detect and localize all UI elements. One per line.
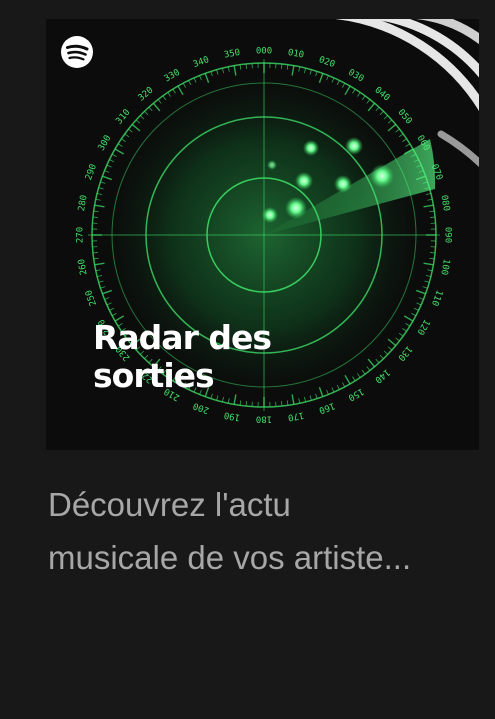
radar-tick <box>92 216 98 218</box>
radar-degree-label: 250 <box>84 288 99 307</box>
radar-degree-label: 300 <box>97 134 114 153</box>
radar-degree-label: 100 <box>438 258 451 276</box>
radar-degree-label: 030 <box>346 68 365 85</box>
radar-degree-label: 280 <box>77 194 90 212</box>
playlist-description[interactable]: Découvrez l'actu musicale de vos artiste… <box>48 478 488 584</box>
radar-tick <box>281 401 283 407</box>
radar-degree-label: 090 <box>443 227 453 243</box>
radar-degree-label: 110 <box>429 288 444 307</box>
radar-tick <box>92 252 98 254</box>
description-line: Découvrez l'actu <box>48 486 291 523</box>
radar-degree-label: 040 <box>373 85 392 103</box>
playlist-card[interactable]: 0000100200300400500600700800901001101201… <box>0 0 495 719</box>
radar-tick <box>245 63 247 69</box>
radar-degree-label: 330 <box>163 68 182 85</box>
radar-tick <box>430 252 436 254</box>
radar-tick <box>430 216 436 218</box>
radar-degree-label: 270 <box>76 227 86 243</box>
cover-title-line: sorties <box>93 356 215 395</box>
radar-degree-label: 200 <box>192 400 211 415</box>
radar-degree-label: 130 <box>396 344 414 363</box>
description-line: musicale de vos artiste... <box>48 539 412 576</box>
radar-degree-label: 150 <box>346 386 365 403</box>
radar-degree-label: 320 <box>137 85 156 103</box>
radar-degree-label: 050 <box>396 108 414 127</box>
radar-degree-label: 120 <box>415 317 432 336</box>
playlist-cover[interactable]: 0000100200300400500600700800901001101201… <box>46 19 479 450</box>
radar-degree-label: 310 <box>114 108 132 127</box>
radar-degree-label: 140 <box>373 367 392 385</box>
radar-degree-label: 000 <box>256 47 272 57</box>
radar-degree-label: 190 <box>223 409 241 422</box>
radar-degree-label: 350 <box>223 48 241 61</box>
radar-degree-label: 260 <box>77 258 90 276</box>
radar-degree-label: 170 <box>287 409 305 422</box>
radar-degree-label: 080 <box>438 194 451 212</box>
radar-degree-label: 160 <box>317 400 336 415</box>
radar-degree-label: 340 <box>192 55 211 70</box>
radar-degree-label: 290 <box>84 163 99 182</box>
spotify-logo-icon <box>61 36 93 68</box>
cover-title-line: Radar des <box>93 318 272 357</box>
radar-degree-label: 180 <box>256 414 272 424</box>
radar-tick <box>281 63 283 69</box>
radar-tick <box>245 401 247 407</box>
cover-title: Radar des sorties <box>93 318 272 395</box>
radar-degree-label: 020 <box>317 55 336 70</box>
radar-degree-label: 010 <box>287 48 305 61</box>
